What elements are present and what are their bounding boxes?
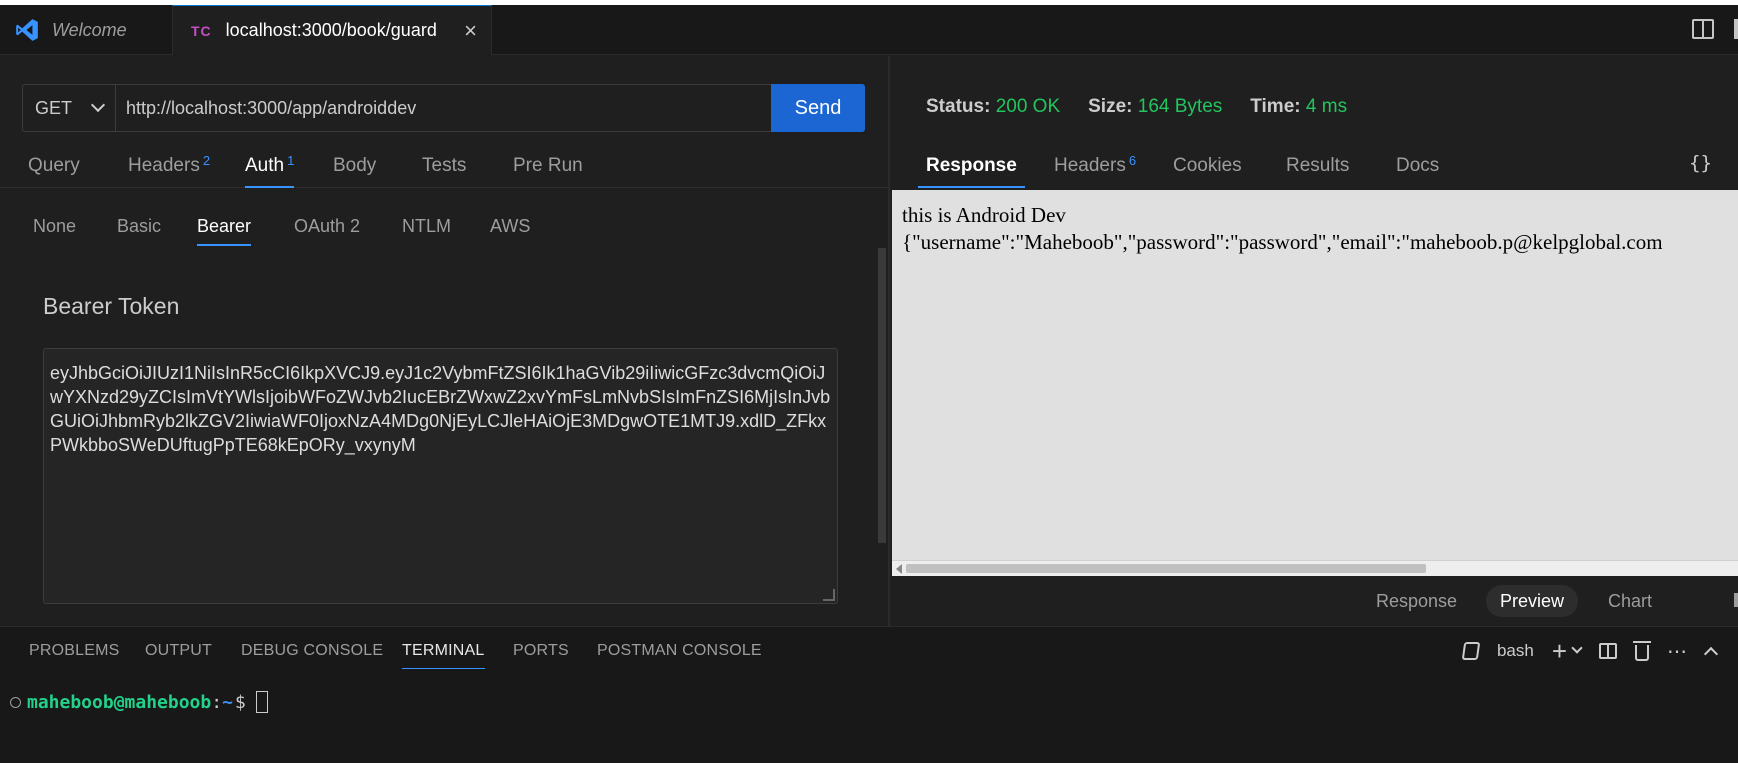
auth-tab-aws[interactable]: AWS xyxy=(490,206,530,246)
response-preview: this is Android Dev {"username":"Maheboo… xyxy=(892,190,1738,576)
request-tabs: Query Headers 2 Auth 1 Body Tests Pre Run xyxy=(0,144,888,188)
res-tab-headers[interactable]: Headers 6 xyxy=(1054,144,1136,188)
size-value: 164 Bytes xyxy=(1137,96,1223,117)
new-terminal-icon[interactable]: + xyxy=(1552,638,1567,664)
trash-icon[interactable] xyxy=(1633,641,1651,661)
status-label: Status: xyxy=(926,96,991,117)
preview-line-1: this is Android Dev xyxy=(902,203,1066,227)
bottom-panel: PROBLEMS OUTPUT DEBUG CONSOLE TERMINAL P… xyxy=(0,626,1738,763)
response-view-tabs: Response Preview Chart xyxy=(890,576,1738,626)
time-label: Time: xyxy=(1250,96,1301,117)
tab-query[interactable]: Query xyxy=(28,144,80,188)
view-tab-response[interactable]: Response xyxy=(1362,585,1471,617)
split-terminal-icon[interactable] xyxy=(1599,643,1617,659)
response-status-bar: Status: 200 OK Size: 164 Bytes Time: 4 m… xyxy=(926,96,1347,118)
auth-tab-none[interactable]: None xyxy=(33,206,76,246)
auth-tab-oauth2[interactable]: OAuth 2 xyxy=(294,206,360,246)
maximize-panel-icon[interactable] xyxy=(1703,646,1719,662)
url-bar: GET Send xyxy=(22,84,865,132)
tab-welcome-label: Welcome xyxy=(52,19,127,40)
bearer-token-input[interactable]: eyJhbGciOiJIUzI1NiIsInR5cCI6IkpXVCJ9.eyJ… xyxy=(43,348,838,604)
prompt-path: ~ xyxy=(222,691,233,713)
command-status-icon xyxy=(10,696,21,708)
res-tab-cookies[interactable]: Cookies xyxy=(1173,144,1242,188)
bearer-token-label: Bearer Token xyxy=(43,293,180,319)
request-panel: GET Send Query Headers2 Auth1 Body Tests… xyxy=(0,56,888,626)
auth-type-tabs: None Basic Bearer OAuth 2 NTLM AWS xyxy=(0,206,888,248)
tab-pre-run[interactable]: Pre Run xyxy=(513,144,583,188)
method-label: GET xyxy=(35,97,73,118)
chevron-down-icon xyxy=(90,97,106,113)
more-icon[interactable]: ⋯ xyxy=(1667,639,1688,664)
send-button[interactable]: Send xyxy=(771,84,865,132)
time-value: 4 ms xyxy=(1305,96,1348,117)
tab-query-label: Query xyxy=(28,155,80,176)
res-tab-docs-label: Docs xyxy=(1396,155,1440,176)
panel-tab-problems[interactable]: PROBLEMS xyxy=(29,627,120,675)
more-actions-icon[interactable] xyxy=(1734,19,1738,39)
tab-body-label: Body xyxy=(333,155,377,176)
format-json-icon[interactable]: {} xyxy=(1689,152,1712,174)
res-tab-response-label: Response xyxy=(926,155,1017,176)
tab-headers-count: 2 xyxy=(202,152,211,168)
editor-tab-bar: Welcome TC localhost:3000/book/guard × xyxy=(0,5,1738,55)
view-tab-chart[interactable]: Chart xyxy=(1594,585,1666,617)
tab-headers-label: Headers xyxy=(128,155,200,176)
terminal-prompt[interactable]: maheboob@maheboob: ~ $ xyxy=(10,691,268,713)
panel-tab-debug-console[interactable]: DEBUG CONSOLE xyxy=(241,627,383,675)
method-select[interactable]: GET xyxy=(23,85,116,131)
tab-auth-count: 1 xyxy=(287,152,295,168)
auth-tab-ntlm[interactable]: NTLM xyxy=(402,206,451,246)
res-tab-headers-label: Headers xyxy=(1054,155,1126,176)
request-scrollbar[interactable] xyxy=(878,248,886,543)
vscode-logo-icon xyxy=(16,19,38,41)
tab-request-label: localhost:3000/book/guard xyxy=(225,20,437,40)
prompt-colon: : xyxy=(211,691,223,713)
split-editor-icon[interactable] xyxy=(1692,19,1714,39)
status-value: 200 OK xyxy=(995,96,1061,117)
size-label: Size: xyxy=(1088,96,1133,117)
panel-tab-output[interactable]: OUTPUT xyxy=(145,627,212,675)
tab-tests[interactable]: Tests xyxy=(422,144,466,188)
preview-horizontal-scrollbar[interactable] xyxy=(892,560,1738,576)
panel-tab-terminal[interactable]: TERMINAL xyxy=(402,627,485,675)
panel-actions: bash + ⋯ xyxy=(1461,637,1719,665)
tab-auth-label: Auth xyxy=(245,155,285,176)
terminal-icon xyxy=(1461,642,1481,660)
tab-body[interactable]: Body xyxy=(333,144,376,188)
tab-pre-run-label: Pre Run xyxy=(513,155,583,176)
view-tab-preview[interactable]: Preview xyxy=(1486,585,1579,617)
scroll-left-icon[interactable] xyxy=(896,564,902,574)
panel-tab-postman-console[interactable]: POSTMAN CONSOLE xyxy=(597,627,762,675)
res-tab-results[interactable]: Results xyxy=(1286,144,1349,188)
terminal-cursor xyxy=(255,691,268,713)
tab-headers[interactable]: Headers 2 xyxy=(128,144,210,188)
res-tab-headers-count: 6 xyxy=(1128,152,1137,168)
res-tab-response[interactable]: Response xyxy=(918,144,1025,188)
prompt-symbol: $ xyxy=(234,691,246,713)
chevron-down-icon[interactable] xyxy=(1571,642,1583,654)
url-input[interactable] xyxy=(116,85,771,131)
shell-name[interactable]: bash xyxy=(1497,641,1534,661)
tab-auth[interactable]: Auth 1 xyxy=(245,144,295,188)
res-tab-cookies-label: Cookies xyxy=(1173,155,1242,176)
scroll-thumb[interactable] xyxy=(906,564,1426,573)
panel-tab-ports[interactable]: PORTS xyxy=(513,627,569,675)
tab-request[interactable]: TC localhost:3000/book/guard × xyxy=(172,5,492,55)
tab-welcome[interactable]: Welcome xyxy=(0,5,172,55)
response-panel: Status: 200 OK Size: 164 Bytes Time: 4 m… xyxy=(890,56,1738,626)
auth-tab-bearer[interactable]: Bearer xyxy=(197,206,252,246)
view-more-icon[interactable] xyxy=(1734,593,1738,607)
tab-tests-label: Tests xyxy=(422,155,467,176)
res-tab-results-label: Results xyxy=(1286,155,1350,176)
res-tab-docs[interactable]: Docs xyxy=(1396,144,1439,188)
preview-line-2: {"username":"Maheboob","password":"passw… xyxy=(902,230,1663,254)
auth-tab-basic[interactable]: Basic xyxy=(117,206,161,246)
thunder-client-icon: TC xyxy=(191,22,212,39)
close-icon[interactable]: × xyxy=(464,18,477,44)
response-tabs: Response Headers 6 Cookies Results Docs xyxy=(890,144,1738,188)
prompt-user: maheboob@maheboob xyxy=(27,691,212,713)
